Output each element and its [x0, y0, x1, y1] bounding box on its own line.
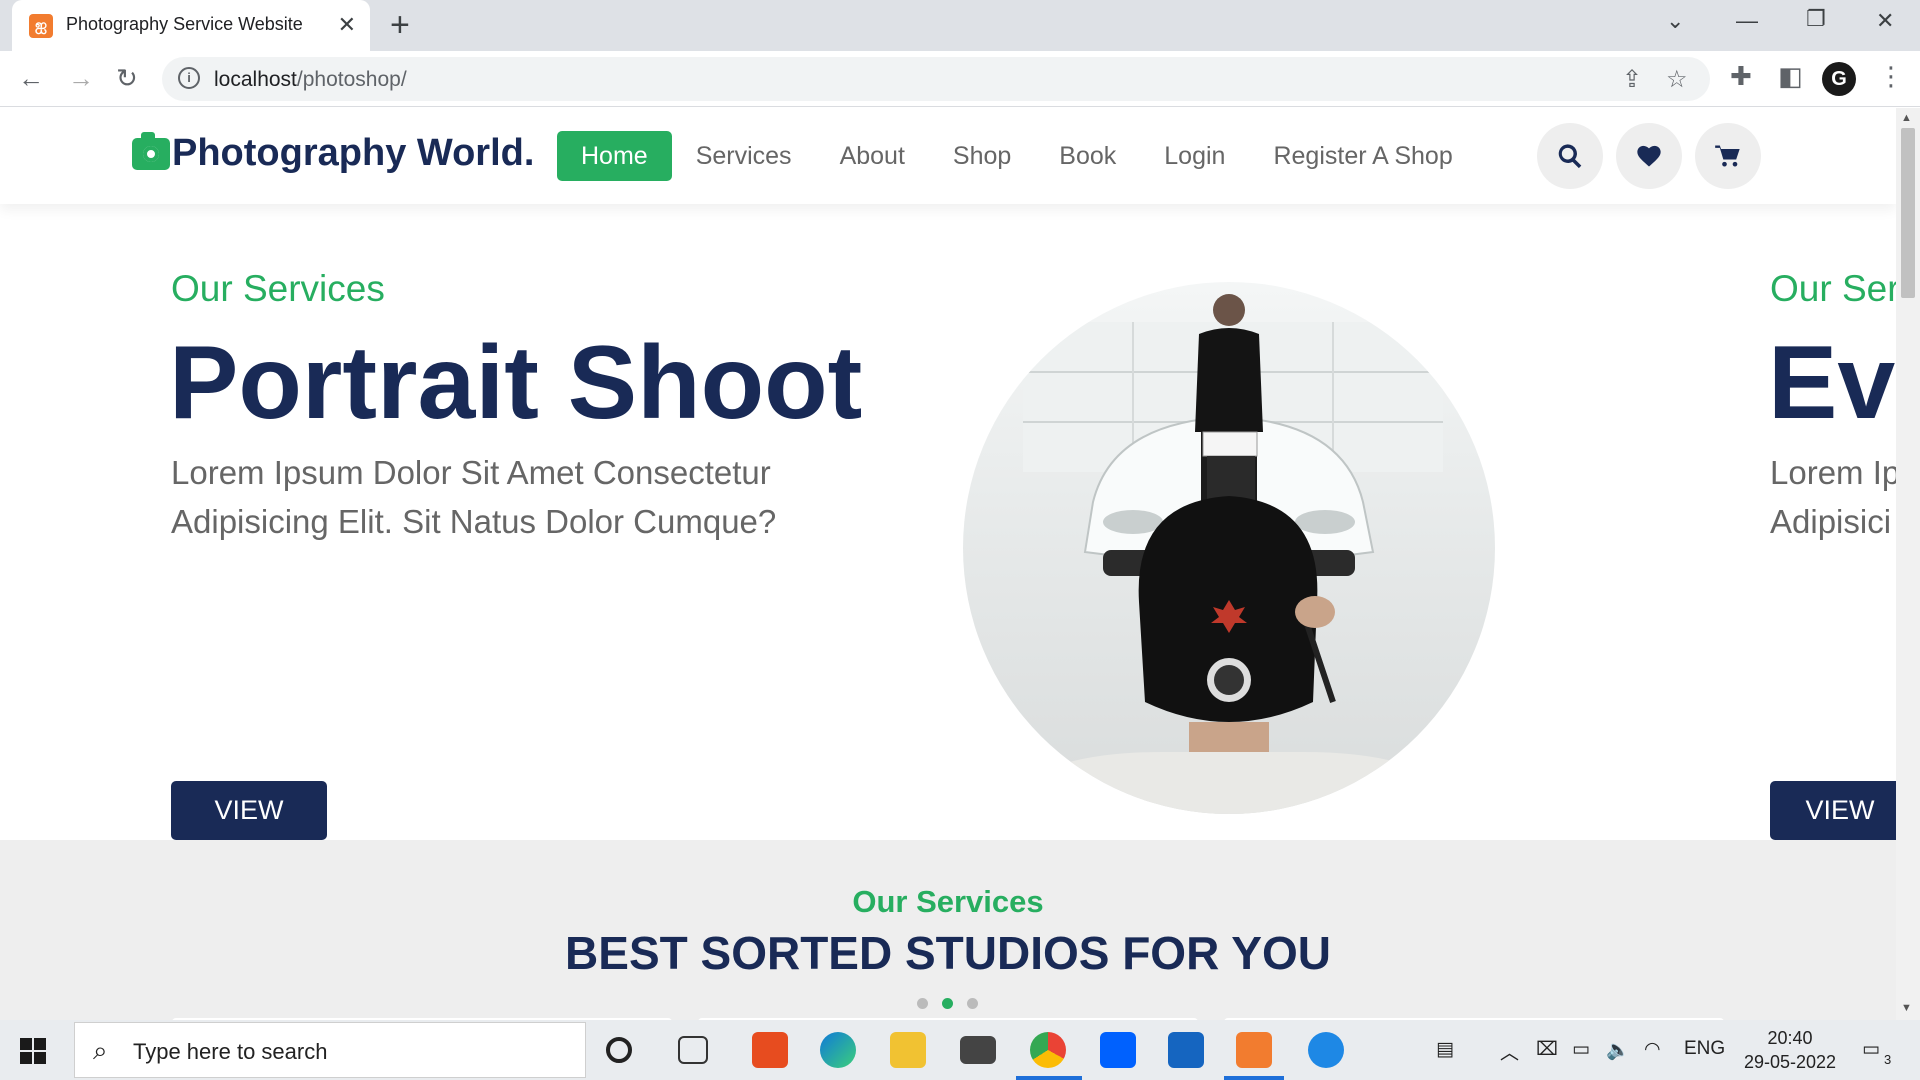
minimize-icon[interactable]: —: [1736, 8, 1758, 34]
chrome-active-indicator: [1016, 1076, 1082, 1080]
browser-toolbar: ← → ↻ i localhost/photoshop/ ⇪ ☆ ✚ ◧ G ⋮: [0, 51, 1920, 107]
taskbar-search-box[interactable]: ⌕ Type here to search: [74, 1022, 586, 1078]
main-nav: Home Services About Shop Book Login Regi…: [557, 131, 1477, 181]
forward-icon[interactable]: →: [68, 63, 94, 94]
file-explorer-icon[interactable]: [890, 1032, 926, 1068]
search-icon: ⌕: [93, 1035, 108, 1065]
next-slide-title: Ev: [1768, 325, 1896, 441]
next-view-button[interactable]: VIEW: [1770, 781, 1896, 840]
address-bar[interactable]: i localhost/photoshop/ ⇪ ☆: [162, 57, 1710, 101]
search-button[interactable]: [1537, 123, 1603, 189]
scroll-down-icon[interactable]: ▼: [1901, 1002, 1912, 1014]
page-scrollbar[interactable]: ▲ ▼: [1896, 108, 1920, 1020]
page-viewport: Photography World. Home Services About S…: [0, 108, 1896, 1020]
windows-taskbar: ⌕ Type here to search ▤ ︿ ⌧ ▭ 🔈 ◠ ENG 20…: [0, 1020, 1920, 1080]
camera-icon: [132, 132, 170, 170]
slide-eyebrow: Our Services: [171, 268, 385, 309]
windows-start-icon[interactable]: [20, 1038, 46, 1064]
logo-text: Photography World.: [172, 132, 535, 174]
heart-icon: [1637, 145, 1661, 167]
back-icon[interactable]: ←: [18, 63, 44, 94]
carousel-dot-1[interactable]: [917, 998, 928, 1009]
nav-home[interactable]: Home: [557, 131, 672, 181]
battery-icon[interactable]: ▭: [1572, 1038, 1590, 1061]
bookmark-star-icon[interactable]: ☆: [1666, 65, 1688, 94]
taskbar-clock[interactable]: 20:40 29-05-2022: [1740, 1026, 1840, 1074]
tab-search-chevron-icon[interactable]: ⌄: [1666, 8, 1684, 34]
url-text[interactable]: localhost/photoshop/: [214, 68, 407, 92]
cart-icon: [1715, 145, 1740, 167]
nav-register-shop[interactable]: Register A Shop: [1249, 131, 1476, 181]
url-path: /photoshop/: [296, 68, 407, 91]
browser-tab[interactable]: ஐ Photography Service Website ✕: [12, 0, 370, 51]
site-header: Photography World. Home Services About S…: [0, 108, 1896, 204]
cart-button[interactable]: [1695, 123, 1761, 189]
vscode-like-icon[interactable]: [1168, 1032, 1204, 1068]
extensions-puzzle-icon[interactable]: ✚: [1730, 61, 1752, 92]
carousel-dots: [917, 998, 978, 1009]
meet-now-icon[interactable]: ⌧: [1536, 1038, 1558, 1061]
notification-center-icon[interactable]: ▭: [1862, 1038, 1880, 1061]
slide-title: Portrait Shoot: [169, 325, 863, 441]
scroll-up-icon[interactable]: ▲: [1901, 112, 1912, 124]
slide-desc-line-1: Lorem Ipsum Dolor Sit Amet Consectetur: [171, 454, 771, 491]
scrollbar-thumb[interactable]: [1901, 128, 1915, 298]
carousel-dot-3[interactable]: [967, 998, 978, 1009]
show-hidden-icons-chevron-icon[interactable]: ︿: [1500, 1038, 1519, 1065]
search-icon: [1558, 144, 1582, 169]
taskbar-search-placeholder: Type here to search: [133, 1039, 328, 1064]
clock-date: 29-05-2022: [1743, 1052, 1837, 1072]
nav-services[interactable]: Services: [672, 131, 816, 181]
slide-desc-line-2: Adipisicing Elit. Sit Natus Dolor Cumque…: [171, 503, 777, 540]
services-section: Our Services BEST SORTED STUDIOS FOR YOU: [0, 840, 1896, 1020]
clock-time: 20:40: [1767, 1028, 1813, 1048]
share-icon[interactable]: ⇪: [1622, 65, 1642, 94]
wifi-icon[interactable]: ◠: [1644, 1038, 1661, 1061]
slide-description: Lorem Ipsum Dolor Sit Amet Consectetur A…: [171, 448, 776, 546]
next-slide-eyebrow: Our Ser: [1770, 268, 1896, 309]
office-icon[interactable]: [752, 1032, 788, 1068]
tab-title: Photography Service Website: [66, 14, 303, 34]
task-view-icon[interactable]: [678, 1036, 708, 1064]
close-tab-icon[interactable]: ✕: [338, 12, 356, 38]
side-panel-icon[interactable]: ◧: [1778, 61, 1803, 92]
next-slide-description: Lorem Ip Adipisici: [1770, 448, 1896, 546]
nav-shop[interactable]: Shop: [929, 131, 1035, 181]
hero-slider: Our Services Portrait Shoot Lorem Ipsum …: [0, 204, 1896, 840]
xampp-active-indicator: [1224, 1076, 1284, 1080]
new-tab-icon[interactable]: +: [390, 8, 410, 42]
nav-about[interactable]: About: [816, 131, 929, 181]
language-indicator[interactable]: ENG: [1684, 1038, 1725, 1060]
reload-icon[interactable]: ↻: [116, 63, 138, 94]
url-host: localhost: [214, 68, 297, 91]
view-button[interactable]: VIEW: [171, 781, 327, 840]
edge-icon[interactable]: [820, 1032, 856, 1068]
site-info-icon[interactable]: i: [178, 67, 200, 89]
cortana-icon[interactable]: [606, 1037, 632, 1063]
carousel-dot-2[interactable]: [942, 998, 953, 1009]
window-close-icon[interactable]: ✕: [1876, 8, 1894, 34]
xampp-favicon-icon: ஐ: [29, 14, 53, 38]
next-slide-desc-line-2: Adipisici: [1770, 503, 1892, 540]
wishlist-button[interactable]: [1616, 123, 1682, 189]
mail-icon[interactable]: [960, 1036, 996, 1064]
services-heading: BEST SORTED STUDIOS FOR YOU: [565, 927, 1331, 979]
next-slide-desc-line-1: Lorem Ip: [1770, 454, 1896, 491]
notification-count: 3: [1884, 1052, 1892, 1067]
restore-icon[interactable]: ❐: [1806, 6, 1826, 32]
dropbox-icon[interactable]: [1100, 1032, 1136, 1068]
news-widget-icon[interactable]: ▤: [1436, 1038, 1454, 1061]
browser-tab-strip: ஐ Photography Service Website ✕ + ⌄ — ❐ …: [0, 0, 1920, 51]
hero-photo-photographer: [963, 282, 1495, 814]
nav-login[interactable]: Login: [1140, 131, 1249, 181]
nav-book[interactable]: Book: [1035, 131, 1140, 181]
help-icon[interactable]: [1308, 1032, 1344, 1068]
services-eyebrow: Our Services: [852, 884, 1044, 919]
xampp-icon[interactable]: [1236, 1032, 1272, 1068]
browser-menu-icon[interactable]: ⋮: [1878, 61, 1904, 92]
photographer-image: [1003, 294, 1463, 814]
chrome-icon[interactable]: [1030, 1032, 1066, 1068]
volume-icon[interactable]: 🔈: [1606, 1038, 1630, 1062]
profile-avatar-icon[interactable]: G: [1822, 62, 1856, 96]
